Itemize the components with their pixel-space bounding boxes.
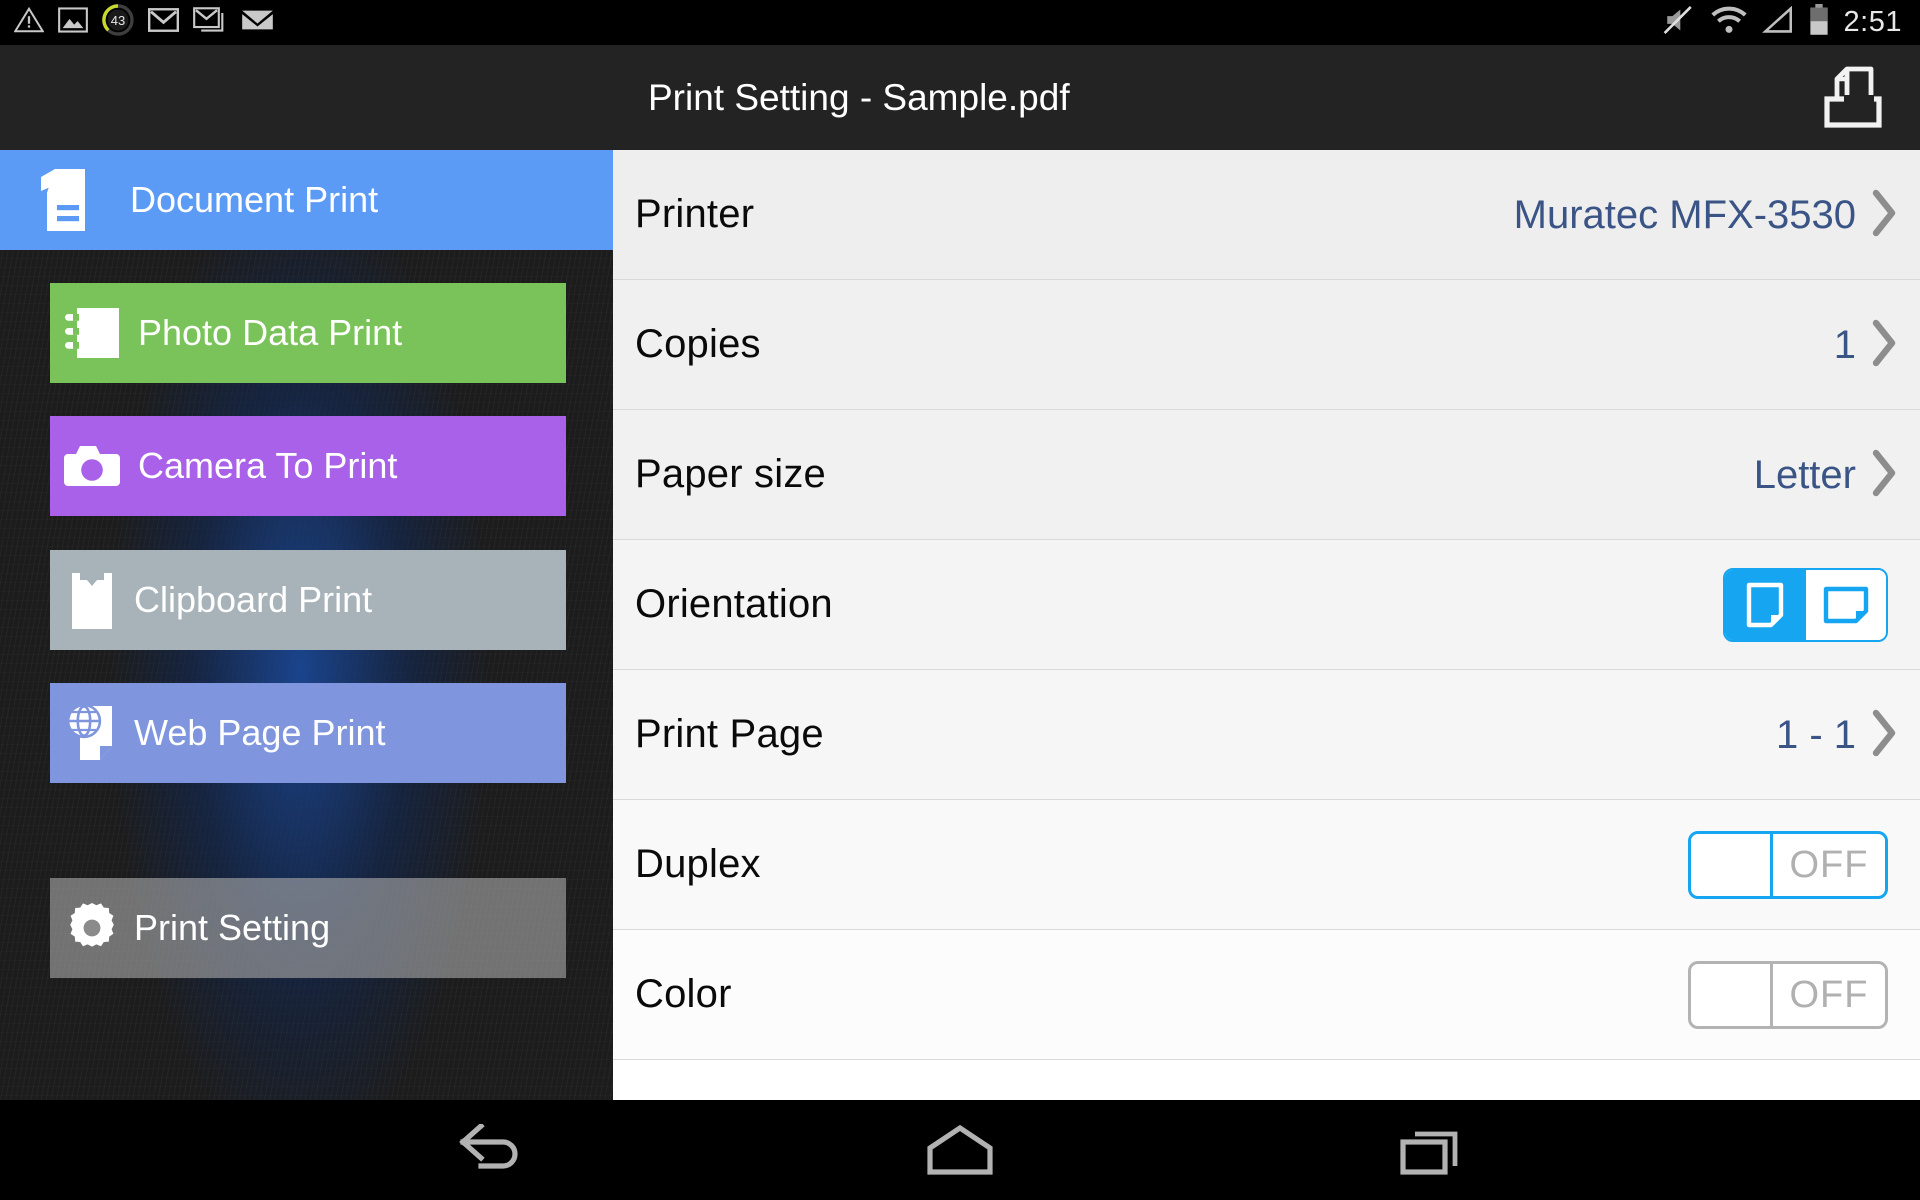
wifi-icon xyxy=(1710,5,1748,40)
sidebar-item-label: Clipboard Print xyxy=(134,579,373,620)
chevron-right-icon xyxy=(1870,187,1900,244)
setting-row-printer[interactable]: Printer Muratec MFX-3530 xyxy=(613,150,1920,280)
photo-album-icon xyxy=(50,304,134,362)
setting-row-copies[interactable]: Copies 1 xyxy=(613,280,1920,410)
setting-label: Paper size xyxy=(635,452,826,496)
globe-page-icon xyxy=(50,702,134,764)
setting-value: 1 - 1 xyxy=(1775,712,1856,757)
setting-row-duplex[interactable]: Duplex OFF xyxy=(613,800,1920,930)
orientation-segmented-control[interactable] xyxy=(1723,568,1888,642)
sidebar: Document Print Photo Data Print Camera T… xyxy=(0,150,613,1100)
setting-value-group: Muratec MFX-3530 xyxy=(1514,150,1900,280)
nav-recents-button[interactable] xyxy=(1335,1100,1525,1200)
gmail-icon xyxy=(148,8,179,37)
setting-row-print-page[interactable]: Print Page 1 - 1 xyxy=(613,670,1920,800)
sidebar-item-label: Camera To Print xyxy=(138,445,398,486)
setting-value-group: 1 - 1 xyxy=(1776,670,1900,800)
setting-value-group: 1 xyxy=(1834,280,1900,410)
back-arrow-icon xyxy=(459,1124,518,1169)
color-toggle[interactable]: OFF xyxy=(1688,961,1888,1029)
orientation-portrait-option[interactable] xyxy=(1725,570,1806,640)
page-title: Print Setting - Sample.pdf xyxy=(648,76,1070,118)
sidebar-item-print-setting[interactable]: Print Setting xyxy=(50,878,566,978)
sidebar-item-label: Photo Data Print xyxy=(138,312,403,353)
chevron-right-icon xyxy=(1870,317,1900,374)
gmail-stack-icon xyxy=(193,7,227,38)
toggle-knob xyxy=(1691,964,1773,1026)
badge-count: 43 xyxy=(111,13,125,28)
countdown-badge-icon: 43 xyxy=(102,4,134,41)
clock: 2:51 xyxy=(1843,6,1902,38)
title-bar: Print Setting - Sample.pdf xyxy=(0,45,1920,150)
mail-icon xyxy=(241,8,274,37)
setting-label: Color xyxy=(635,972,732,1016)
print-settings-panel: Printer Muratec MFX-3530 Copies 1 Paper … xyxy=(613,150,1920,1100)
setting-row-orientation[interactable]: Orientation xyxy=(613,540,1920,670)
toggle-knob xyxy=(1691,834,1773,896)
setting-value: Letter xyxy=(1753,452,1856,497)
setting-value: Muratec MFX-3530 xyxy=(1513,192,1856,237)
setting-label: Orientation xyxy=(635,582,833,626)
sidebar-item-clipboard-print[interactable]: Clipboard Print xyxy=(50,550,566,650)
nav-back-button[interactable] xyxy=(395,1100,585,1200)
status-bar-notification-icons: 43 xyxy=(0,4,274,41)
mute-icon xyxy=(1662,4,1696,41)
portrait-page-icon xyxy=(1747,582,1784,628)
android-screen: 43 2:51 Print Setting - Sample.pdf Docum… xyxy=(0,0,1920,1200)
setting-value-group: Letter xyxy=(1754,410,1900,540)
clipboard-icon xyxy=(50,569,134,631)
status-bar: 43 2:51 xyxy=(0,0,1920,45)
warning-icon xyxy=(13,5,45,40)
setting-label: Copies xyxy=(635,322,761,366)
setting-value-group xyxy=(1723,540,1900,670)
camera-icon xyxy=(50,442,134,490)
cell-signal-icon xyxy=(1761,5,1794,39)
gear-icon xyxy=(50,901,134,955)
setting-label: Duplex xyxy=(635,842,761,886)
print-tray-icon[interactable] xyxy=(1818,63,1888,133)
toggle-state-label: OFF xyxy=(1789,843,1869,886)
nav-home-button[interactable] xyxy=(865,1100,1055,1200)
sidebar-item-photo-data-print[interactable]: Photo Data Print xyxy=(50,283,566,383)
home-icon xyxy=(927,1124,993,1175)
android-nav-bar xyxy=(0,1100,1920,1200)
status-bar-system-icons: 2:51 xyxy=(1662,4,1902,41)
battery-icon xyxy=(1808,4,1830,41)
setting-value-group: OFF xyxy=(1688,930,1900,1060)
setting-row-paper-size[interactable]: Paper size Letter xyxy=(613,410,1920,540)
sidebar-item-web-page-print[interactable]: Web Page Print xyxy=(50,683,566,783)
duplex-toggle[interactable]: OFF xyxy=(1688,831,1888,899)
setting-value: 1 xyxy=(1833,322,1856,367)
sidebar-item-label: Document Print xyxy=(130,179,379,220)
document-icon xyxy=(0,167,130,233)
toggle-state-label: OFF xyxy=(1789,973,1869,1016)
orientation-landscape-option[interactable] xyxy=(1805,570,1886,640)
setting-row-color[interactable]: Color OFF xyxy=(613,930,1920,1060)
sidebar-item-camera-to-print[interactable]: Camera To Print xyxy=(50,416,566,516)
setting-value-group: OFF xyxy=(1688,800,1900,930)
chevron-right-icon xyxy=(1870,447,1900,504)
image-icon xyxy=(58,7,88,38)
setting-label: Printer xyxy=(635,192,755,236)
sidebar-item-label: Web Page Print xyxy=(134,712,386,753)
setting-label: Print Page xyxy=(635,712,824,756)
recents-icon xyxy=(1400,1131,1458,1175)
sidebar-item-label: Print Setting xyxy=(134,907,331,948)
chevron-right-icon xyxy=(1870,707,1900,764)
sidebar-item-document-print[interactable]: Document Print xyxy=(0,150,613,250)
landscape-page-icon xyxy=(1823,586,1868,624)
